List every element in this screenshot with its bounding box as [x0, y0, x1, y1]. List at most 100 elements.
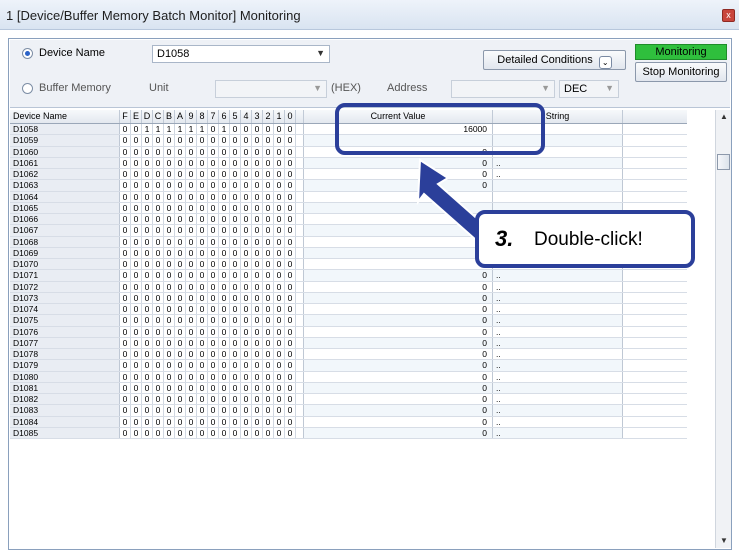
detailed-conditions-button[interactable]: Detailed Conditions ⌄ [483, 50, 626, 70]
bit-cell[interactable]: 0 [274, 169, 285, 180]
bit-cell[interactable]: 0 [120, 157, 131, 168]
bit-cell[interactable]: 0 [263, 326, 274, 337]
bit-cell[interactable]: 0 [285, 124, 296, 135]
bit-cell[interactable]: 0 [274, 135, 285, 146]
bit-cell[interactable]: 0 [285, 405, 296, 416]
bit-cell[interactable]: 0 [197, 326, 208, 337]
bit-cell[interactable]: 0 [230, 214, 241, 225]
bit-cell[interactable]: 0 [263, 416, 274, 427]
bit-cell[interactable]: 0 [120, 281, 131, 292]
bit-cell[interactable]: 0 [252, 259, 263, 270]
bit-cell[interactable]: 0 [131, 349, 142, 360]
bit-cell[interactable]: 0 [252, 225, 263, 236]
table-row[interactable]: D1084 0 0 0 0 0 0 0 0 0 0 0 0 0 0 0 0 0.. [10, 416, 687, 428]
bit-cell[interactable]: 0 [285, 360, 296, 371]
bit-cell[interactable]: 0 [252, 304, 263, 315]
bit-cell[interactable]: 0 [219, 180, 230, 191]
bit-cell[interactable]: 0 [274, 394, 285, 405]
bit-cell[interactable]: 0 [175, 382, 186, 393]
bit-cell[interactable]: 1 [197, 124, 208, 135]
bit-cell[interactable]: 0 [197, 157, 208, 168]
bit-cell[interactable]: 0 [120, 382, 131, 393]
current-value-cell[interactable]: 0 [304, 360, 493, 371]
bit-cell[interactable]: 1 [219, 124, 230, 135]
bit-cell[interactable]: 0 [186, 337, 197, 348]
bit-cell[interactable]: 0 [175, 337, 186, 348]
bit-cell[interactable]: 0 [142, 135, 153, 146]
bit-cell[interactable]: 0 [142, 202, 153, 213]
bit-cell[interactable]: 0 [153, 405, 164, 416]
bit-cell[interactable]: 0 [263, 180, 274, 191]
bit-cell[interactable]: 0 [274, 326, 285, 337]
bit-cell[interactable]: 0 [219, 394, 230, 405]
bit-cell[interactable]: 0 [241, 180, 252, 191]
bit-cell[interactable]: 0 [241, 349, 252, 360]
bit-cell[interactable]: 0 [252, 405, 263, 416]
bit-cell[interactable]: 0 [175, 304, 186, 315]
current-value-cell[interactable]: 0 [304, 315, 493, 326]
bit-cell[interactable]: 0 [197, 315, 208, 326]
bit-cell[interactable]: 0 [219, 236, 230, 247]
bit-cell[interactable]: 0 [164, 191, 175, 202]
bit-cell[interactable]: 0 [274, 371, 285, 382]
bit-cell[interactable]: 0 [186, 349, 197, 360]
bit-cell[interactable]: 0 [142, 157, 153, 168]
bit-cell[interactable]: 0 [230, 382, 241, 393]
bit-cell[interactable]: 0 [274, 146, 285, 157]
bit-cell[interactable]: 0 [241, 191, 252, 202]
bit-cell[interactable]: 0 [142, 427, 153, 438]
bit-cell[interactable]: 0 [263, 214, 274, 225]
bit-cell[interactable]: 0 [164, 247, 175, 258]
bit-cell[interactable]: 0 [120, 146, 131, 157]
bit-cell[interactable]: 0 [208, 304, 219, 315]
bit-cell[interactable]: 0 [208, 146, 219, 157]
bit-cell[interactable]: 0 [230, 337, 241, 348]
bit-cell[interactable]: 0 [120, 292, 131, 303]
format-combo[interactable]: DEC ▼ [559, 80, 619, 98]
bit-cell[interactable]: 0 [285, 157, 296, 168]
bit-cell[interactable]: 0 [197, 427, 208, 438]
bit-cell[interactable]: 0 [153, 427, 164, 438]
table-row[interactable]: D1072 0 0 0 0 0 0 0 0 0 0 0 0 0 0 0 0 0.. [10, 281, 687, 293]
bit-cell[interactable]: 0 [274, 337, 285, 348]
bit-cell[interactable]: 0 [219, 416, 230, 427]
table-row[interactable]: D1073 0 0 0 0 0 0 0 0 0 0 0 0 0 0 0 0 0.. [10, 292, 687, 304]
bit-cell[interactable]: 0 [186, 169, 197, 180]
bit-cell[interactable]: 0 [208, 135, 219, 146]
bit-cell[interactable]: 0 [219, 427, 230, 438]
vertical-scrollbar[interactable]: ▲ ▼ [715, 110, 731, 548]
bit-cell[interactable]: 0 [274, 315, 285, 326]
bit-cell[interactable]: 0 [252, 214, 263, 225]
bit-cell[interactable]: 0 [208, 360, 219, 371]
bit-cell[interactable]: 0 [208, 337, 219, 348]
bit-cell[interactable]: 0 [164, 292, 175, 303]
bit-cell[interactable]: 0 [208, 315, 219, 326]
bit-cell[interactable]: 0 [252, 247, 263, 258]
table-row[interactable]: D1075 0 0 0 0 0 0 0 0 0 0 0 0 0 0 0 0 0.. [10, 315, 687, 327]
current-value-cell[interactable]: 0 [304, 169, 493, 180]
bit-cell[interactable]: 0 [175, 326, 186, 337]
bit-cell[interactable]: 0 [197, 382, 208, 393]
bit-cell[interactable]: 0 [219, 169, 230, 180]
bit-cell[interactable]: 0 [142, 191, 153, 202]
bit-cell[interactable]: 0 [142, 292, 153, 303]
bit-cell[interactable]: 0 [175, 146, 186, 157]
bit-cell[interactable]: 0 [274, 247, 285, 258]
bit-cell[interactable]: 0 [263, 349, 274, 360]
device-name-radio[interactable] [22, 48, 33, 59]
bit-cell[interactable]: 0 [197, 135, 208, 146]
bit-cell[interactable]: 0 [120, 349, 131, 360]
bit-cell[interactable]: 0 [208, 349, 219, 360]
bit-cell[interactable]: 0 [230, 225, 241, 236]
bit-cell[interactable]: 0 [263, 337, 274, 348]
current-value-cell[interactable] [304, 225, 493, 236]
bit-cell[interactable]: 0 [120, 202, 131, 213]
bit-cell[interactable]: 0 [142, 146, 153, 157]
bit-cell[interactable]: 0 [285, 427, 296, 438]
table-row[interactable]: D1082 0 0 0 0 0 0 0 0 0 0 0 0 0 0 0 0 0.. [10, 394, 687, 406]
bit-cell[interactable]: 0 [120, 124, 131, 135]
bit-cell[interactable]: 0 [197, 146, 208, 157]
bit-cell[interactable]: 0 [230, 281, 241, 292]
bit-cell[interactable]: 0 [120, 225, 131, 236]
bit-cell[interactable]: 0 [208, 191, 219, 202]
